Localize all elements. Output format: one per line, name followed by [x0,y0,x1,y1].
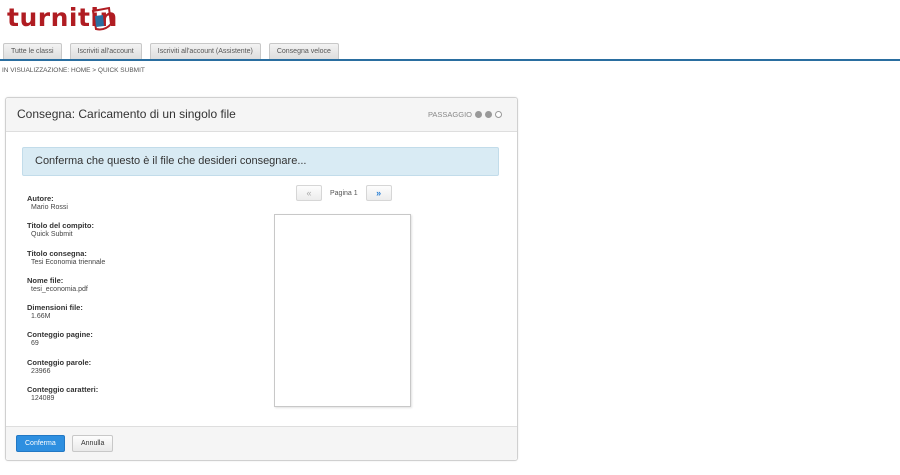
document-preview [274,214,411,407]
next-page-button[interactable]: » [365,185,392,201]
meta-value: 23966 [31,367,51,375]
step-dot-1 [475,111,482,118]
turnitin-page-icon [91,6,113,31]
step-indicator: PASSAGGIO [428,110,502,119]
meta-assignment-title: Titolo del compito: Quick Submit [27,221,227,248]
meta-label: Dimensioni file: [27,303,83,313]
page-indicator: Pagina 1 [330,189,358,197]
meta-label: Titolo del compito: [27,221,94,231]
meta-character-count: Conteggio caratteri: 124089 [27,385,227,412]
confirm-notice: Conferma che questo è il file che deside… [22,147,499,176]
meta-label: Conteggio parole: [27,357,92,367]
meta-label: Conteggio pagine: [27,330,93,340]
meta-label: Autore: [27,194,54,203]
panel-title: Consegna: Caricamento di un singolo file [17,107,236,121]
confirm-button[interactable]: Conferma [16,435,65,452]
panel-footer: Conferma Annulla [6,426,517,460]
meta-word-count: Conteggio parole: 23966 [27,358,227,385]
panel-header: Consegna: Caricamento di un singolo file… [6,98,517,132]
step-dot-2 [485,111,492,118]
tab-all-classes[interactable]: Tutte le classi [3,43,62,60]
meta-label: Titolo consegna: [27,248,87,258]
file-metadata: Autore: Mario Rossi Titolo del compito: … [27,194,227,412]
meta-label: Conteggio caratteri: [27,385,99,395]
meta-value: Quick Submit [31,231,73,239]
nav-tabs: Tutte le classi Iscriviti all'account Is… [3,43,339,60]
cancel-button[interactable]: Annulla [72,435,114,452]
meta-value: 1.66M [31,313,51,321]
meta-author: Autore: Mario Rossi [27,194,227,221]
meta-page-count: Conteggio pagine: 69 [27,330,227,357]
tab-divider [0,59,900,61]
meta-label: Nome file: [27,275,64,285]
page-pager: « Pagina 1 » [296,185,392,201]
tab-quick-submit[interactable]: Consegna veloce [268,43,339,60]
site-header: turnitin Tutte le classi Iscriviti all'a… [0,0,900,61]
meta-value: Tesi Economia triennale [31,258,106,266]
meta-value: tesi_economia.pdf [31,285,88,293]
meta-value: Mario Rossi [31,204,68,211]
meta-submission-title: Titolo consegna: Tesi Economia triennale [27,249,227,276]
submission-panel: Consegna: Caricamento di un singolo file… [5,97,518,461]
tab-enroll-account[interactable]: Iscriviti all'account [69,43,142,60]
breadcrumb-path[interactable]: HOME > QUICK SUBMIT [71,67,145,74]
step-dot-3 [495,111,502,118]
meta-value: 124089 [31,395,55,403]
breadcrumb-prefix: IN VISUALIZZAZIONE: [2,67,70,74]
step-label: PASSAGGIO [427,110,472,119]
meta-file-name: Nome file: tesi_economia.pdf [27,276,227,303]
meta-file-size: Dimensioni file: 1.66M [27,303,227,330]
meta-value: 69 [31,340,39,348]
confirm-notice-text: Conferma che questo è il file che deside… [35,155,307,167]
previous-page-button[interactable]: « [296,185,322,201]
tab-enroll-account-assistant[interactable]: Iscriviti all'account (Assistente) [149,43,261,60]
breadcrumb: IN VISUALIZZAZIONE: HOME > QUICK SUBMIT [2,67,145,74]
